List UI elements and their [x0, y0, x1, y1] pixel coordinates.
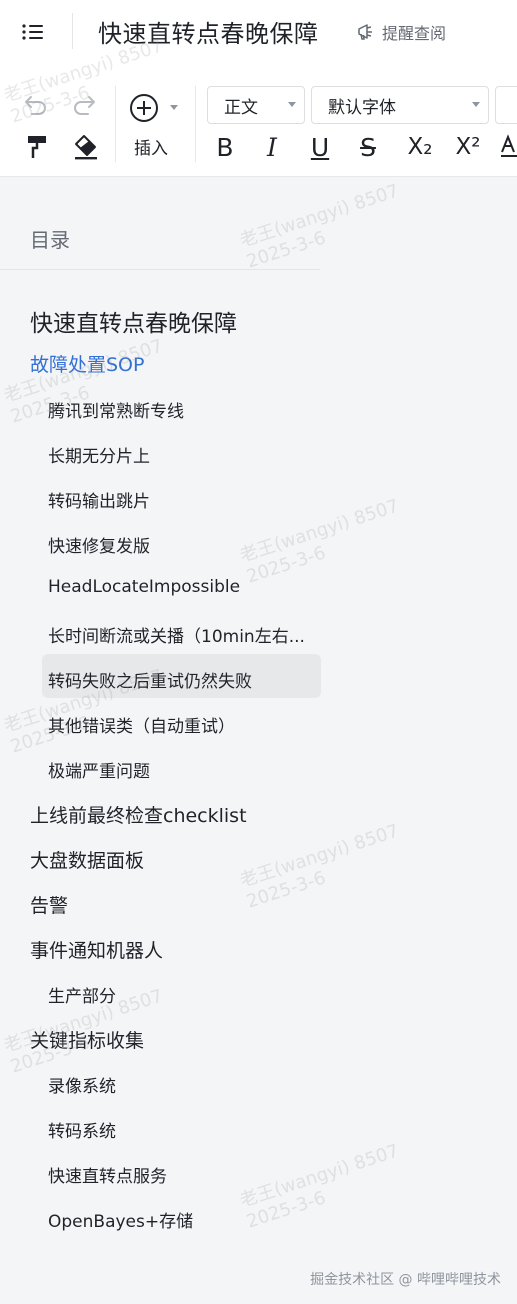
toc-item[interactable]: 快速直转点春晚保障 [30, 304, 237, 338]
toc-item[interactable]: 转码系统 [48, 1117, 116, 1142]
chevron-down-icon [472, 102, 480, 107]
toc-item[interactable]: 生产部分 [48, 982, 116, 1007]
toc-item[interactable]: 转码输出跳片 [48, 487, 150, 512]
clear-format-icon[interactable] [68, 132, 102, 162]
toc-item[interactable]: 快速直转点服务 [48, 1162, 167, 1187]
font-family-select[interactable]: 默认字体 [311, 86, 489, 124]
toc-item[interactable]: 其他错误类（自动重试） [48, 712, 235, 737]
chevron-down-icon [288, 102, 296, 107]
source-credit: 掘金技术社区 @ 哔哩哔哩技术 [310, 1272, 501, 1288]
document-title: 快速直转点春晚保障 [98, 20, 319, 48]
toc-item[interactable]: 关键指标收集 [30, 1026, 144, 1053]
font-family-value: 默认字体 [328, 97, 396, 118]
toc-item[interactable]: 录像系统 [48, 1072, 116, 1097]
toolbar-divider [195, 86, 196, 162]
toc-item[interactable]: 长时间断流或关播（10min左右... [48, 622, 305, 647]
toc-item[interactable]: HeadLocateImpossible [48, 577, 240, 597]
toc-item[interactable]: 上线前最终检查checklist [30, 801, 247, 828]
toolbar-divider [115, 86, 116, 162]
megaphone-icon [358, 24, 372, 40]
text-effect-icon[interactable] [497, 132, 517, 162]
toc-item-active[interactable]: 故障处置SOP [30, 350, 144, 377]
toc-divider [0, 269, 320, 270]
toc-item[interactable]: 事件通知机器人 [30, 936, 163, 963]
toc-panel: 目录 快速直转点春晚保障 故障处置SOP 腾讯到常熟断专线 长期无分片上 转码输… [0, 177, 517, 1304]
toc-item[interactable]: 腾讯到常熟断专线 [48, 397, 184, 422]
toc-item[interactable]: OpenBayes+存储 [48, 1207, 193, 1232]
font-size-select[interactable] [495, 86, 517, 124]
toc-item[interactable]: 极端严重问题 [48, 757, 150, 782]
undo-icon[interactable] [20, 90, 52, 118]
doc-header: 快速直转点春晚保障 提醒查阅 [0, 0, 517, 70]
toc-heading: 目录 [30, 228, 70, 252]
toc-item[interactable]: 告警 [30, 891, 68, 918]
header-divider [72, 13, 73, 49]
format-painter-icon[interactable] [22, 132, 52, 162]
bold-button[interactable]: B [211, 132, 239, 162]
italic-button[interactable]: I [258, 132, 286, 162]
superscript-button[interactable]: X² [450, 132, 486, 162]
insert-label[interactable]: 插入 [134, 134, 168, 159]
toc-item[interactable]: 大盘数据面板 [30, 846, 144, 873]
outline-toggle-icon[interactable] [18, 18, 50, 46]
paragraph-style-select[interactable]: 正文 [207, 86, 305, 124]
paragraph-style-value: 正文 [224, 97, 258, 118]
remind-button[interactable]: 提醒查阅 [356, 20, 446, 44]
toc-item[interactable]: 快速修复发版 [48, 532, 150, 557]
strikethrough-button[interactable]: S [354, 132, 382, 162]
underline-button[interactable]: U [306, 132, 334, 162]
redo-icon[interactable] [68, 90, 100, 118]
subscript-button[interactable]: X₂ [402, 132, 438, 162]
toc-item[interactable]: 长期无分片上 [48, 442, 150, 467]
insert-plus-icon[interactable] [128, 92, 180, 124]
remind-label: 提醒查阅 [382, 24, 447, 43]
toc-item-hovered[interactable]: 转码失败之后重试仍然失败 [48, 667, 252, 692]
editor-toolbar: 插入 正文 默认字体 B I U S X₂ X² [0, 70, 517, 177]
